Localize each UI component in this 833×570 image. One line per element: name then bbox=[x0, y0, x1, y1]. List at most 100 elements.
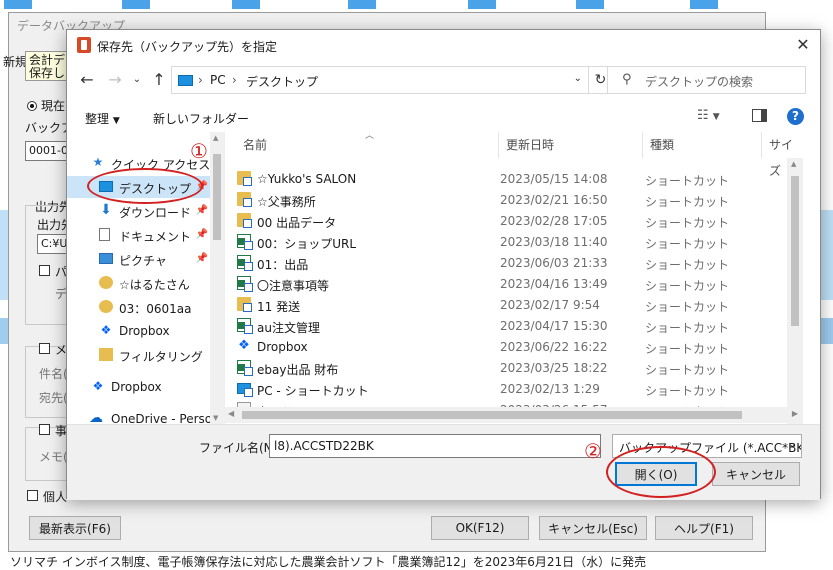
file-name: PC - ショートカット bbox=[257, 384, 369, 398]
column-date[interactable]: 更新日時 bbox=[506, 132, 554, 158]
column-name[interactable]: 名前 bbox=[243, 132, 267, 158]
file-name: ebay出品 財布 bbox=[257, 363, 339, 377]
help-icon[interactable]: ? bbox=[787, 108, 804, 125]
file-name: Dropbox bbox=[257, 340, 308, 354]
scrollbar-thumb[interactable] bbox=[791, 176, 799, 326]
column-separator bbox=[761, 132, 762, 158]
file-name: 〇注意事項等 bbox=[257, 279, 330, 293]
file-name: 00 出品データ bbox=[257, 216, 337, 230]
nav-pictures[interactable]: ピクチャ 📌 bbox=[67, 248, 212, 270]
nav-dropbox-sub[interactable]: ❖ Dropbox bbox=[67, 320, 212, 342]
file-row[interactable]: ebay出品 財布 2023/03/25 18:22 ショートカット bbox=[237, 357, 797, 378]
file-row[interactable]: au注文管理 2023/04/17 15:30 ショートカット bbox=[237, 315, 797, 336]
dialog-titlebar: 保存先（バックアップ先）を指定 ✕ bbox=[67, 30, 820, 60]
personal-checkbox[interactable] bbox=[27, 490, 38, 501]
scroll-up-icon[interactable]: ▲ bbox=[791, 160, 796, 168]
recent-dropdown-icon[interactable]: ⌄ bbox=[127, 74, 147, 85]
new-folder-button[interactable]: 新しいフォルダー bbox=[153, 110, 249, 127]
scrollbar-thumb[interactable] bbox=[242, 411, 742, 419]
file-row[interactable]: PC - ショートカット 2023/02/13 1:29 ショートカット bbox=[237, 378, 797, 399]
scroll-right-icon[interactable]: ▶ bbox=[792, 409, 798, 418]
dialog-title: 保存先（バックアップ先）を指定 bbox=[97, 40, 278, 54]
background-news-line[interactable]: ソリマチ インボイス制度、電子帳簿保存法に対応した農業会計ソフト「農業簿記12」… bbox=[10, 553, 646, 570]
password-checkbox[interactable] bbox=[39, 265, 50, 276]
output-path-input[interactable]: C:¥U bbox=[37, 234, 69, 254]
parent-cancel-button[interactable]: キャンセル(Esc) bbox=[539, 516, 647, 540]
nav-onedrive[interactable]: ☁ OneDrive - Persor bbox=[67, 408, 212, 424]
nav-label: フィルタリング bbox=[119, 350, 203, 364]
file-row[interactable]: 01：出品 2023/06/03 21:33 ショートカット bbox=[237, 252, 797, 273]
scroll-left-icon[interactable]: ◀ bbox=[228, 409, 234, 418]
ok-button[interactable]: OK(F12) bbox=[431, 516, 529, 540]
file-type: ショートカット bbox=[645, 216, 730, 230]
file-date: 2023/02/21 16:50 bbox=[500, 193, 608, 207]
nav-dropbox[interactable]: ❖ Dropbox bbox=[67, 376, 212, 398]
file-list-scrollbar[interactable]: ▲ bbox=[787, 158, 803, 424]
mail-checkbox[interactable] bbox=[39, 343, 50, 354]
scroll-up-icon[interactable]: ▲ bbox=[213, 134, 218, 142]
breadcrumb-pc[interactable]: PC bbox=[210, 73, 226, 87]
chevron-down-icon[interactable]: ⌄ bbox=[574, 73, 582, 84]
backup-code-input[interactable]: 0001-0 bbox=[25, 141, 67, 161]
dropbox-icon: ❖ bbox=[238, 338, 250, 353]
radio-current[interactable]: 現在 bbox=[27, 97, 65, 114]
column-type[interactable]: 種類 bbox=[650, 132, 674, 158]
file-list: 名前 ︿ 更新日時 種類 サイズ ☆Yukko's SALON 2023/05/1… bbox=[224, 131, 803, 424]
up-arrow-icon[interactable]: ↑ bbox=[149, 70, 169, 89]
cancel-button[interactable]: キャンセル bbox=[712, 462, 800, 486]
scrollbar-thumb[interactable] bbox=[213, 154, 221, 240]
pin-icon: 📌 bbox=[195, 229, 208, 240]
file-name: au注文管理 bbox=[257, 321, 320, 335]
file-row[interactable]: 11 発送 2023/02/17 9:54 ショートカット bbox=[237, 294, 797, 315]
close-icon[interactable]: ✕ bbox=[794, 36, 812, 54]
excel-shortcut-icon bbox=[237, 234, 253, 250]
organize-menu[interactable]: 整理 ▼ bbox=[85, 110, 120, 127]
download-icon: ⬇ bbox=[100, 202, 112, 218]
column-separator bbox=[642, 132, 643, 158]
navigation-bar: ← → ⌄ ↑ › PC › デスクトップ ⌄ ↻ ⚲ デスクトップの検索 bbox=[67, 64, 820, 96]
search-box[interactable]: ⚲ デスクトップの検索 bbox=[607, 66, 806, 94]
nav-shortcut-0601aa[interactable]: 03：0601aa bbox=[67, 296, 212, 318]
file-date: 2023/03/25 18:22 bbox=[500, 361, 608, 375]
subject-label: 件名( bbox=[39, 367, 68, 381]
file-row[interactable]: ☆Yukko's SALON 2023/05/15 14:08 ショートカット bbox=[237, 168, 797, 189]
preview-pane-icon[interactable] bbox=[752, 109, 767, 122]
column-size[interactable]: サイズ bbox=[769, 132, 802, 178]
file-name: ☆父事務所 bbox=[257, 195, 316, 209]
file-type: ショートカット bbox=[645, 363, 730, 377]
document-icon bbox=[99, 228, 110, 241]
organize-label: 整理 bbox=[85, 112, 110, 126]
nav-label: OneDrive - Persor bbox=[111, 412, 212, 424]
radio-current-label: 現在 bbox=[41, 99, 66, 113]
nav-documents[interactable]: ドキュメント 📌 bbox=[67, 224, 212, 246]
nav-scrollbar[interactable]: ▲ ▼ bbox=[210, 132, 224, 424]
nav-filtering[interactable]: フィルタリング bbox=[67, 344, 212, 366]
file-row[interactable]: 00 出品データ 2023/02/28 17:05 ショートカット bbox=[237, 210, 797, 231]
filename-input[interactable]: l8).ACCSTD22BK bbox=[269, 434, 601, 458]
file-row[interactable]: ☆父事務所 2023/02/21 16:50 ショートカット bbox=[237, 189, 797, 210]
file-name: 11 発送 bbox=[257, 300, 301, 314]
refresh-button[interactable]: 最新表示(F6) bbox=[29, 516, 121, 540]
breadcrumb-separator-icon: › bbox=[198, 73, 203, 87]
breadcrumb-separator-icon: › bbox=[232, 73, 237, 87]
folder-icon bbox=[99, 348, 113, 361]
address-bar[interactable]: › PC › デスクトップ ⌄ bbox=[171, 66, 589, 94]
annotation-circle-open bbox=[606, 446, 716, 498]
file-row[interactable]: ❖ Dropbox 2023/06/22 16:22 ショートカット bbox=[237, 336, 797, 357]
file-row[interactable]: 〇注意事項等 2023/04/16 13:49 ショートカット bbox=[237, 273, 797, 294]
back-arrow-icon[interactable]: ← bbox=[77, 70, 97, 89]
nav-shortcut-haruta[interactable]: ☆はるたさん bbox=[67, 272, 212, 294]
file-name: 01：出品 bbox=[257, 258, 309, 272]
memo-checkbox[interactable] bbox=[39, 424, 50, 435]
horizontal-scrollbar[interactable]: ◀ ▶ bbox=[224, 407, 802, 423]
annotation-step-1: ① bbox=[190, 139, 208, 163]
file-type: ショートカット bbox=[645, 174, 730, 188]
breadcrumb-desktop[interactable]: デスクトップ bbox=[246, 73, 318, 90]
view-options-icon[interactable]: ☷ ▼ bbox=[697, 108, 720, 123]
forward-arrow-icon[interactable]: → bbox=[105, 70, 125, 89]
scroll-down-icon[interactable]: ▼ bbox=[213, 414, 218, 422]
help-button[interactable]: ヘルプ(F1) bbox=[655, 516, 753, 540]
file-row[interactable]: 00：ショップURL 2023/03/18 11:40 ショートカット bbox=[237, 231, 797, 252]
save-location-dialog: 保存先（バックアップ先）を指定 ✕ ← → ⌄ ↑ › PC › デスクトップ … bbox=[66, 29, 821, 500]
shortcut-folder-icon bbox=[99, 300, 113, 313]
